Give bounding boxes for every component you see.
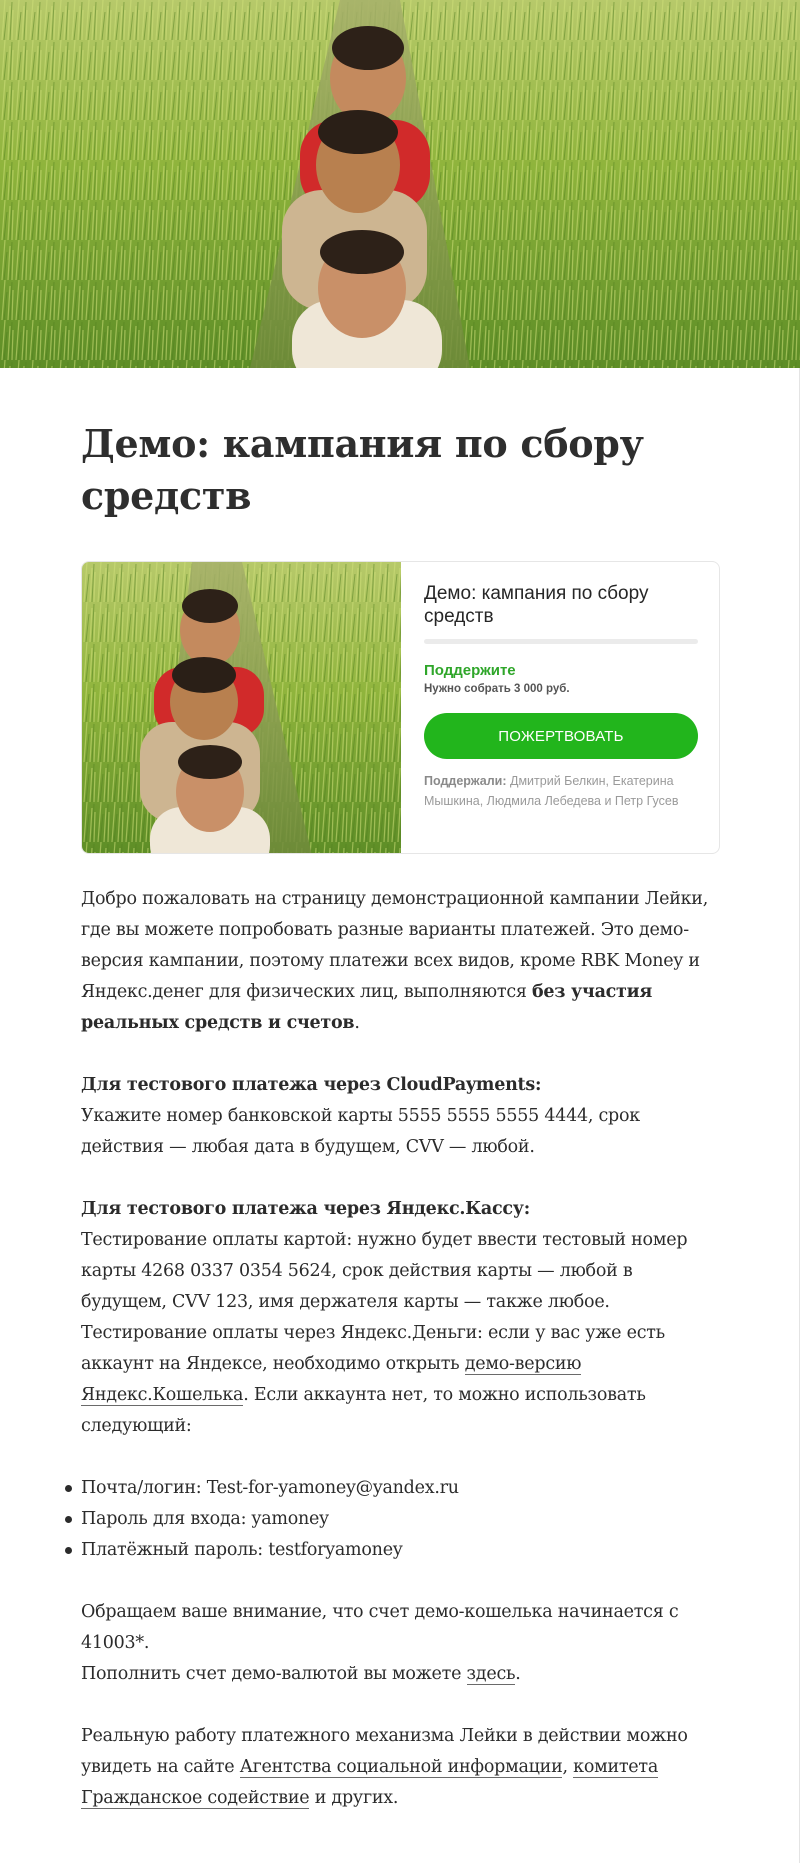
campaign-card-title[interactable]: Демо: кампания по сбору средств: [424, 582, 698, 628]
separator: ,: [562, 1757, 574, 1777]
asi-link[interactable]: Агентства социальной информации: [239, 1757, 563, 1778]
cloudpayments-heading: Для тестового платежа через CloudPayment…: [81, 1075, 542, 1095]
campaign-card-body: Демо: кампания по сбору средств Поддержи…: [424, 582, 698, 811]
children-in-rice-field-photo: [82, 562, 401, 853]
page-title: Демо: кампания по сбору средств: [81, 421, 644, 518]
real-usage-paragraph: Реальную работу платежного механизма Лей…: [81, 1721, 721, 1814]
page: Демо: кампания по сбору средств Демо: ка…: [0, 0, 800, 1863]
topup-end: .: [515, 1664, 521, 1684]
campaign-progress-bar: [424, 639, 698, 644]
intro-paragraph: Добро пожаловать на страницу демонстраци…: [81, 884, 721, 1039]
support-label: Поддержите: [424, 662, 516, 679]
children-in-rice-field-photo: [0, 0, 800, 368]
real-usage-end: и других.: [309, 1788, 399, 1808]
cloudpayments-text: Укажите номер банковской карты 5555 5555…: [81, 1106, 640, 1157]
yandex-kassa-heading: Для тестового платежа через Яндекс.Кассу…: [81, 1199, 530, 1219]
campaign-thumbnail[interactable]: [82, 562, 401, 853]
topup-text: Пополнить счет демо-валютой вы можете: [81, 1664, 467, 1684]
supporters-list: Поддержали: Дмитрий Белкин, Екатерина Мы…: [424, 771, 698, 811]
cloudpayments-section: Для тестового платежа через CloudPayment…: [81, 1070, 721, 1163]
article-content: Добро пожаловать на страницу демонстраци…: [65, 884, 721, 1814]
notice-text: Обращаем ваше внимание, что счет демо-ко…: [81, 1602, 679, 1653]
notice-paragraph: Обращаем ваше внимание, что счет демо-ко…: [81, 1597, 721, 1690]
list-item: Пароль для входа: yamoney: [65, 1504, 721, 1535]
list-item: Платёжный пароль: testforyamoney: [65, 1535, 721, 1566]
list-item: Почта/логин: Test-for-yamoney@yandex.ru: [65, 1473, 721, 1504]
yandex-kassa-section: Для тестового платежа через Яндекс.Кассу…: [81, 1194, 721, 1442]
intro-end: .: [354, 1013, 360, 1033]
donate-button[interactable]: Пожертвовать: [424, 713, 698, 759]
topup-link[interactable]: здесь: [466, 1664, 516, 1685]
credentials-list: Почта/логин: Test-for-yamoney@yandex.ru …: [65, 1473, 721, 1566]
supporters-label: Поддержали:: [424, 774, 507, 788]
yandex-card-text: Тестирование оплаты картой: нужно будет …: [81, 1230, 688, 1312]
hero-image: [0, 0, 800, 368]
campaign-card[interactable]: Демо: кампания по сбору средств Поддержи…: [81, 561, 720, 854]
target-amount: Нужно собрать 3 000 руб.: [424, 683, 570, 695]
